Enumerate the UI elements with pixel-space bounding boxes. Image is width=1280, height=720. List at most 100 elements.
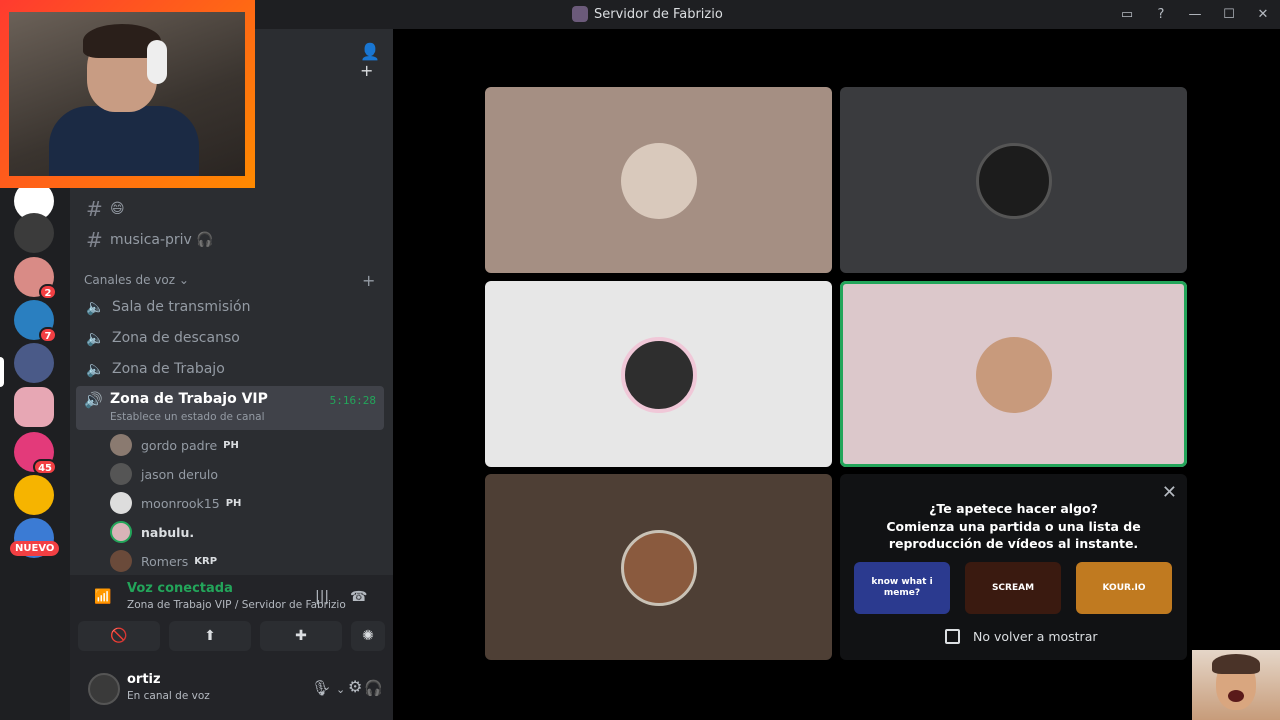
avatar	[110, 463, 132, 485]
activity-heading: ¿Te apetece hacer algo?	[929, 501, 1098, 516]
voice-channel-1[interactable]: 🔈 Sala de transmisión	[82, 292, 382, 322]
selected-indicator	[0, 357, 4, 387]
webcam-feed	[9, 12, 245, 176]
voice-category[interactable]: Canales de voz ⌄	[84, 273, 189, 287]
participant-tile-5[interactable]	[485, 474, 832, 660]
voice-member[interactable]: moonrook15 PH	[110, 489, 241, 517]
participant-tile-2[interactable]	[840, 87, 1187, 273]
server-icon-7[interactable]: 45	[14, 432, 57, 475]
disconnect-icon[interactable]: ☎	[350, 589, 367, 605]
voice-member[interactable]: jason derulo	[110, 460, 218, 488]
inbox-icon[interactable]: ▭	[1110, 7, 1144, 22]
reaction-webcam	[1192, 650, 1280, 720]
hash-icon: #	[86, 228, 103, 252]
close-window-button[interactable]: ✕	[1246, 7, 1280, 22]
unread-badge: 2	[39, 284, 57, 300]
activity-body: Comienza una partida o una lista de repr…	[886, 519, 1141, 551]
text-channel-1[interactable]: # 😄	[82, 194, 382, 224]
headphones-icon	[147, 40, 167, 84]
add-channel-icon[interactable]: +	[362, 271, 375, 290]
avatar	[110, 550, 132, 572]
server-icon-4[interactable]: 7	[14, 300, 57, 343]
activities-icon: ✚	[295, 628, 307, 644]
channel-name: Zona de Trabajo	[112, 361, 225, 377]
signal-icon[interactable]: 📶	[94, 589, 111, 605]
avatar	[621, 143, 697, 219]
participant-tile-1[interactable]	[485, 87, 832, 273]
avatar	[110, 434, 132, 456]
server-icon-3[interactable]: 2	[14, 257, 57, 300]
activity-game-3[interactable]: KOUR.IO	[1076, 562, 1172, 614]
voice-timer: 5:16:28	[329, 394, 376, 407]
soundboard-button[interactable]: ✺	[351, 621, 385, 651]
activity-game-2[interactable]: SCREAM	[965, 562, 1061, 614]
voice-member-speaking[interactable]: nabulu.	[110, 518, 194, 546]
speaker-icon: 🔈	[86, 298, 105, 316]
window-title-text: Servidor de Fabrizio	[594, 6, 723, 22]
server-icon-6[interactable]	[14, 387, 54, 427]
screen-share-icon: ⬆	[204, 628, 216, 644]
unread-badge: 7	[39, 327, 57, 343]
add-user-icon[interactable]: 👤+	[360, 42, 393, 80]
activities-button[interactable]: ✚	[260, 621, 342, 651]
channel-name: 😄	[110, 201, 125, 217]
new-badge: NUEVO	[10, 541, 60, 556]
avatar	[621, 530, 697, 606]
active-channel-name: Zona de Trabajo VIP	[110, 391, 268, 407]
chevron-down-icon[interactable]: ⌄	[336, 683, 345, 696]
voice-connected-subtitle[interactable]: Zona de Trabajo VIP / Servidor de Fabriz…	[127, 599, 346, 611]
voice-connected-title: Voz conectada	[127, 581, 233, 596]
active-voice-channel[interactable]: 🔊 Zona de Trabajo VIP Establece un estad…	[76, 386, 384, 430]
minimize-button[interactable]: —	[1178, 7, 1212, 22]
voice-connection-panel: 📶 Voz conectada Zona de Trabajo VIP / Se…	[70, 575, 393, 675]
noise-suppression-icon[interactable]: |||	[315, 589, 329, 605]
activity-suggestion-card: ✕ ¿Te apetece hacer algo? Comienza una p…	[840, 474, 1187, 660]
avatar	[110, 521, 132, 543]
camera-off-icon: 🚫	[110, 628, 128, 644]
voice-member[interactable]: gordo padre PH	[110, 431, 239, 459]
webcam-overlay	[0, 0, 255, 188]
help-icon[interactable]: ?	[1144, 7, 1178, 22]
window-controls: ▭ ? — ☐ ✕	[1110, 0, 1280, 29]
server-icon	[572, 6, 588, 22]
unread-badge: 45	[33, 459, 57, 475]
close-icon[interactable]: ✕	[1162, 482, 1177, 503]
voice-channel-2[interactable]: 🔈 Zona de descanso	[82, 323, 382, 353]
dont-show-label[interactable]: No volver a mostrar	[973, 629, 1098, 644]
chevron-down-icon[interactable]: ⌄	[322, 680, 331, 693]
member-tag: KRP	[194, 555, 218, 567]
avatar	[110, 492, 132, 514]
participant-tile-3[interactable]	[485, 281, 832, 467]
text-channel-2[interactable]: # musica-priv 🎧	[82, 225, 382, 255]
maximize-button[interactable]: ☐	[1212, 7, 1246, 22]
member-tag: PH	[223, 439, 239, 451]
participant-tile-speaking[interactable]	[840, 281, 1187, 467]
channel-name: Zona de descanso	[112, 330, 240, 346]
voice-channel-3[interactable]: 🔈 Zona de Trabajo	[82, 354, 382, 384]
voice-member[interactable]: Romers KRP	[110, 547, 217, 575]
server-icon-8[interactable]	[14, 475, 54, 515]
avatar	[976, 143, 1052, 219]
channel-status[interactable]: Establece un estado de canal	[110, 411, 265, 423]
window-title: Servidor de Fabrizio	[572, 6, 723, 22]
server-icon-5[interactable]	[14, 343, 54, 383]
headphones-icon[interactable]: 🎧	[364, 679, 383, 697]
speaker-icon: 🔈	[86, 329, 105, 347]
avatar	[976, 337, 1052, 413]
hash-icon: #	[86, 197, 103, 221]
avatar	[621, 337, 697, 413]
settings-icon[interactable]: ⚙	[348, 677, 362, 696]
dont-show-checkbox[interactable]	[945, 629, 960, 644]
activity-game-1[interactable]: know what i meme?	[854, 562, 950, 614]
username: ortiz	[127, 672, 161, 687]
chevron-down-icon: ⌄	[178, 273, 189, 287]
channel-name: musica-priv 🎧	[110, 232, 214, 248]
server-icon-2[interactable]	[14, 213, 54, 253]
avatar[interactable]	[88, 673, 120, 705]
user-status: En canal de voz	[127, 690, 210, 702]
camera-button[interactable]: 🚫	[78, 621, 160, 651]
screen-share-button[interactable]: ⬆	[169, 621, 251, 651]
user-panel: ortiz En canal de voz 🎙 ⌄ 🎧 ⌄ ⚙	[70, 663, 393, 720]
speaker-icon: 🔈	[86, 360, 105, 378]
voice-stage: ✕ ¿Te apetece hacer algo? Comienza una p…	[393, 29, 1280, 720]
